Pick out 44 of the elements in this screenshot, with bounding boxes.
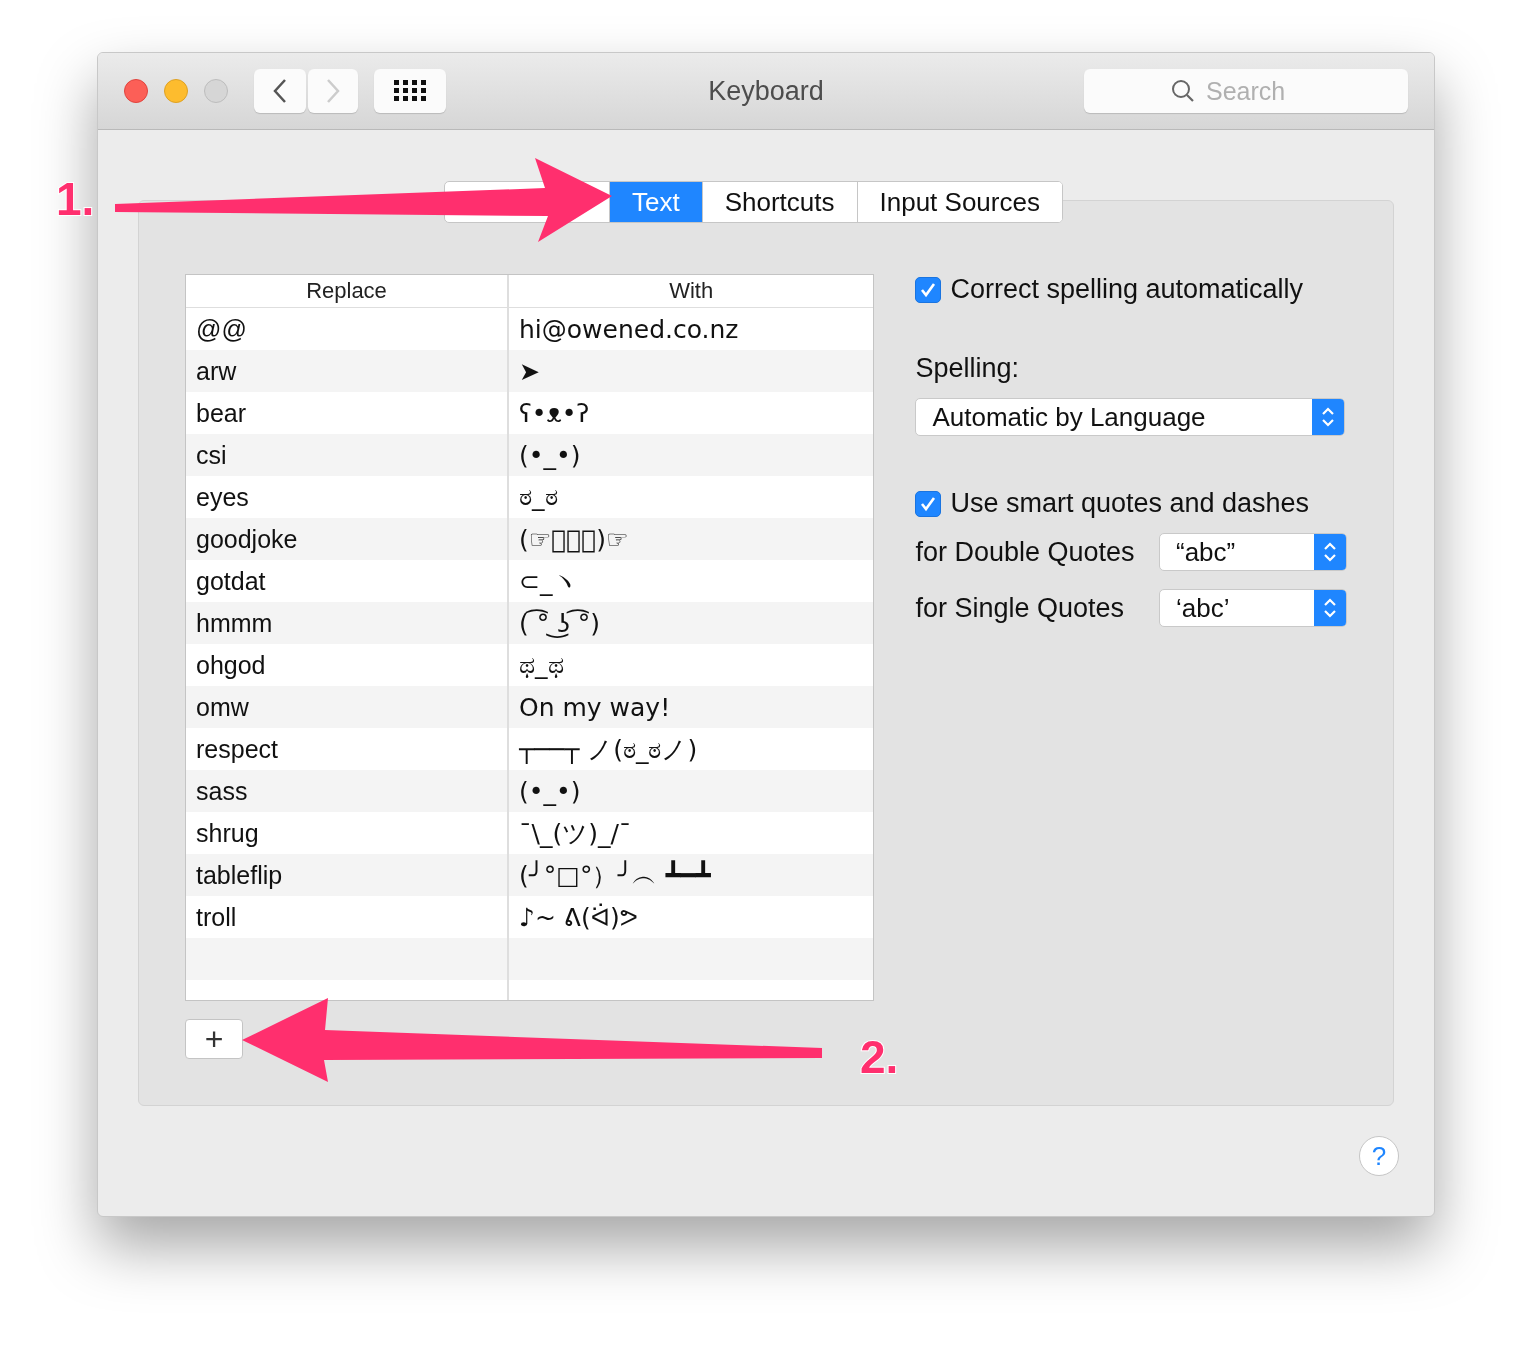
table-cell-text: @@ <box>195 313 248 345</box>
popup-label: for Double Quotes <box>915 536 1135 568</box>
checkbox[interactable] <box>915 276 942 303</box>
close-button[interactable] <box>124 79 148 103</box>
stepper-icon <box>1314 534 1346 570</box>
section-label: Spelling: <box>915 353 1020 384</box>
annotation-label: 2. <box>860 1030 899 1084</box>
stepper-icon <box>1312 399 1345 435</box>
chevron-left-icon <box>272 78 288 104</box>
checkbox[interactable] <box>915 490 942 517</box>
checkbox-label: Correct spelling automatically <box>950 274 1304 305</box>
table-cell-text: hmmm <box>195 607 274 639</box>
stepper-icon <box>1314 590 1346 626</box>
annotation-label: 1. <box>56 172 95 226</box>
popup-button[interactable]: Automatic by Language <box>915 398 1346 436</box>
window-title: Keyboard <box>708 75 824 107</box>
table-cell-text: bear <box>195 397 248 429</box>
show-all-button[interactable] <box>374 69 446 113</box>
chevron-right-icon <box>325 78 341 104</box>
tab[interactable]: Text <box>609 182 702 222</box>
grid-icon <box>394 80 426 102</box>
table-cell-text: ohgod <box>195 649 267 681</box>
help-button[interactable]: ? <box>1359 1136 1399 1176</box>
popup-label: for Single Quotes <box>915 592 1124 624</box>
popup-button[interactable]: “abc” <box>1159 533 1347 571</box>
table-cell-text: sass <box>195 775 249 807</box>
back-button[interactable] <box>254 69 306 113</box>
table-cell-text: respect <box>195 733 279 765</box>
table-cell-text: troll <box>195 901 238 933</box>
table-cell-text: goodjoke <box>195 523 299 555</box>
popup-button[interactable]: ‘abc’ <box>1159 589 1347 627</box>
table-cell-text: csi <box>195 439 228 471</box>
column-header[interactable]: Replace <box>186 275 507 307</box>
search-icon <box>1171 79 1195 103</box>
add-button[interactable]: + <box>185 1019 243 1059</box>
checkbox-label: Use smart quotes and dashes <box>950 488 1310 519</box>
table-cell-text: shrug <box>195 817 260 849</box>
search-field[interactable]: Search <box>1084 69 1408 113</box>
table-cell-text: gotdat <box>195 565 267 597</box>
table-cell-text: omw <box>195 691 250 723</box>
table-cell-text: tableflip <box>195 859 284 891</box>
tab[interactable]: Input Sources <box>856 182 1062 222</box>
table-cell-text: arw <box>195 355 238 387</box>
table-cell-text: eyes <box>195 481 250 513</box>
